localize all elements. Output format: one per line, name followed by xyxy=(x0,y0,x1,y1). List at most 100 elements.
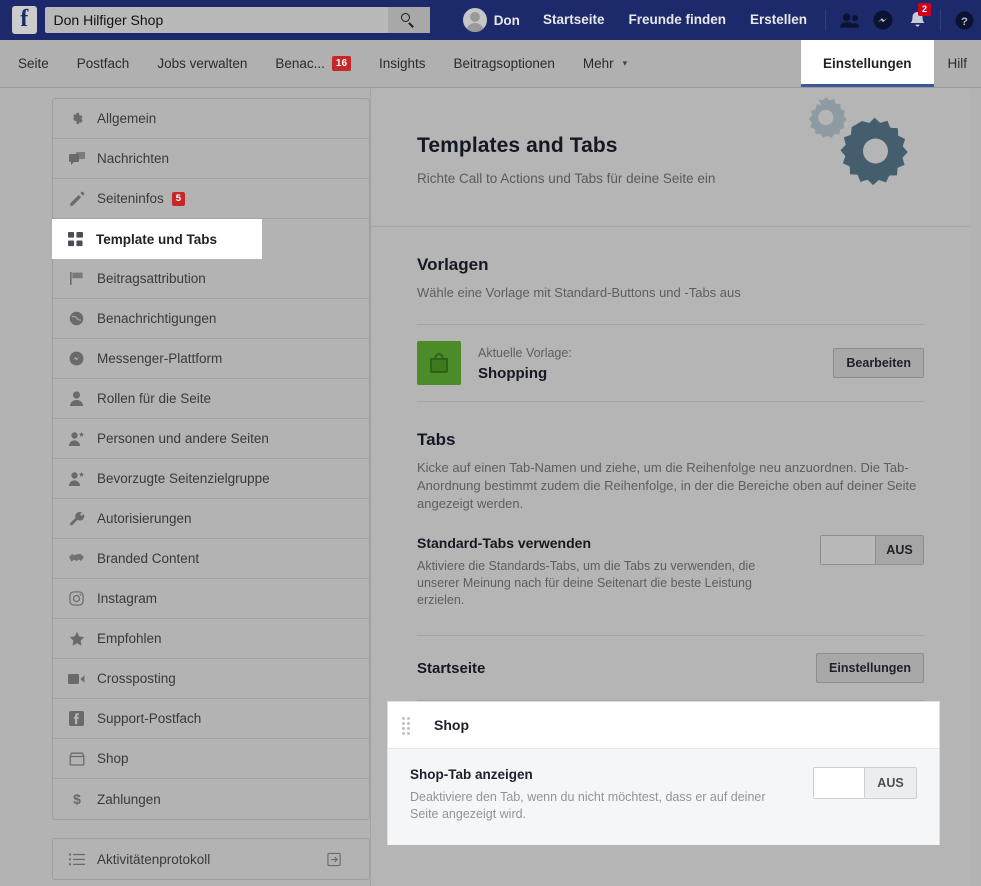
default-tabs-title: Standard-Tabs verwenden xyxy=(417,535,792,551)
sidebar-item-label: Beitragsattribution xyxy=(97,271,206,286)
tab-postfach[interactable]: Postfach xyxy=(63,40,144,87)
tabs-heading: Tabs xyxy=(417,402,924,450)
content-inner: Allgemein Nachrichten Seiteninfos 5 xyxy=(0,89,970,886)
tab-einstellungen[interactable]: Einstellungen xyxy=(801,40,934,87)
topbar-right: Don Startseite Freunde finden Erstellen … xyxy=(452,0,981,40)
sidebar-item-label: Bevorzugte Seitenzielgruppe xyxy=(97,471,270,486)
current-template-text: Aktuelle Vorlage: Shopping xyxy=(478,344,833,382)
page-root: f Don Startseite Freunde finden Erstelle… xyxy=(0,0,981,886)
sidebar-item-beitragsattribution[interactable]: Beitragsattribution xyxy=(53,259,369,299)
instagram-icon xyxy=(67,591,86,607)
tab-mehr[interactable]: Mehr ▾ xyxy=(569,40,641,87)
page-hero: Templates and Tabs Richte Call to Action… xyxy=(371,89,970,227)
handshake-icon xyxy=(67,551,86,567)
tab-benachrichtigungen[interactable]: Benac... 16 xyxy=(261,40,365,87)
activity-log-card: Aktivitätenprotokoll xyxy=(52,838,370,880)
edit-template-button[interactable]: Bearbeiten xyxy=(833,348,924,378)
tab-label: Benac... xyxy=(275,56,325,71)
templates-description: Wähle eine Vorlage mit Standard-Buttons … xyxy=(417,284,924,302)
video-icon xyxy=(67,671,86,687)
sidebar-item-label: Aktivitätenprotokoll xyxy=(97,852,325,867)
sidebar-item-messenger-plattform[interactable]: Messenger-Plattform xyxy=(53,339,369,379)
notifications-badge: 2 xyxy=(918,3,931,16)
sidebar-item-label: Empfohlen xyxy=(97,631,162,646)
tab-insights[interactable]: Insights xyxy=(365,40,440,87)
sidebar-item-shop[interactable]: Shop xyxy=(53,739,369,779)
startseite-settings-button[interactable]: Einstellungen xyxy=(816,653,924,683)
shop-icon xyxy=(67,751,86,767)
tabs-description: Kicke auf einen Tab-Namen und ziehe, um … xyxy=(417,459,924,513)
flag-icon xyxy=(67,271,86,287)
shop-setting-description: Deaktiviere den Tab, wenn du nicht möcht… xyxy=(410,789,789,823)
dollar-icon: $ xyxy=(67,791,86,807)
topbar-link-startseite[interactable]: Startseite xyxy=(531,0,617,40)
sidebar-item-label: Zahlungen xyxy=(97,792,161,807)
topbar-link-freunde-finden[interactable]: Freunde finden xyxy=(616,0,738,40)
tab-badge: 16 xyxy=(332,56,351,71)
messenger-icon[interactable] xyxy=(866,0,900,40)
tab-label: Seite xyxy=(18,56,49,71)
sidebar-item-label: Seiteninfos xyxy=(97,191,164,206)
avatar xyxy=(463,8,487,32)
shop-tab-card: Shop Shop-Tab anzeigen Deaktiviere den T… xyxy=(387,701,940,845)
sidebar-item-zahlungen[interactable]: $ Zahlungen xyxy=(53,779,369,819)
shop-setting-title: Shop-Tab anzeigen xyxy=(410,767,789,782)
sidebar-item-branded-content[interactable]: Branded Content xyxy=(53,539,369,579)
sidebar-item-badge: 5 xyxy=(172,192,185,206)
sidebar-item-label: Messenger-Plattform xyxy=(97,351,222,366)
shopping-bag-icon xyxy=(417,341,461,385)
default-tabs-text: Standard-Tabs verwenden Aktiviere die St… xyxy=(417,535,820,609)
tab-label: Jobs verwalten xyxy=(157,56,247,71)
star-icon xyxy=(67,631,86,647)
person-icon xyxy=(67,391,86,407)
sidebar-item-label: Allgemein xyxy=(97,111,156,126)
sidebar-item-label: Template und Tabs xyxy=(96,232,217,247)
sidebar-item-rollen-fuer-die-seite[interactable]: Rollen für die Seite xyxy=(53,379,369,419)
shop-card-header[interactable]: Shop xyxy=(388,702,939,748)
facebook-logo-icon[interactable]: f xyxy=(12,6,37,34)
search-bar[interactable] xyxy=(45,7,430,33)
sidebar-item-nachrichten[interactable]: Nachrichten xyxy=(53,139,369,179)
topbar-profile-link[interactable]: Don xyxy=(452,0,531,40)
toggle-state-label: AUS xyxy=(875,536,923,564)
drag-handle-icon[interactable] xyxy=(402,717,414,733)
tab-beitragsoptionen[interactable]: Beitragsoptionen xyxy=(440,40,569,87)
sidebar-item-empfohlen[interactable]: Empfohlen xyxy=(53,619,369,659)
tab-jobs-verwalten[interactable]: Jobs verwalten xyxy=(143,40,261,87)
sidebar-item-template-und-tabs[interactable]: Template und Tabs xyxy=(52,219,262,259)
tab-seite[interactable]: Seite xyxy=(4,40,63,87)
help-icon[interactable]: ? xyxy=(947,0,981,40)
sidebar-item-autorisierungen[interactable]: Autorisierungen xyxy=(53,499,369,539)
search-input[interactable] xyxy=(45,12,388,28)
person-star-icon xyxy=(67,471,86,487)
sidebar-item-label: Benachrichtigungen xyxy=(97,311,216,326)
shop-tab-toggle[interactable]: AUS xyxy=(813,767,917,799)
person-star-icon xyxy=(67,431,86,447)
settings-main-panel: Templates and Tabs Richte Call to Action… xyxy=(370,89,970,886)
templates-heading: Vorlagen xyxy=(417,227,924,275)
sidebar-item-personen-und-andere-seiten[interactable]: Personen und andere Seiten xyxy=(53,419,369,459)
sidebar-item-seiteninfos[interactable]: Seiteninfos 5 xyxy=(53,179,369,219)
content-area: Allgemein Nachrichten Seiteninfos 5 xyxy=(0,89,981,886)
topbar-link-erstellen[interactable]: Erstellen xyxy=(738,0,819,40)
sidebar-item-crossposting[interactable]: Crossposting xyxy=(53,659,369,699)
sidebar-item-aktivitaetenprotokoll[interactable]: Aktivitätenprotokoll xyxy=(53,839,369,879)
sidebar-item-bevorzugte-seitenzielgruppe[interactable]: Bevorzugte Seitenzielgruppe xyxy=(53,459,369,499)
sidebar-item-label: Instagram xyxy=(97,591,157,606)
sidebar-item-instagram[interactable]: Instagram xyxy=(53,579,369,619)
sidebar-item-benachrichtigungen[interactable]: Benachrichtigungen xyxy=(53,299,369,339)
toggle-track xyxy=(821,536,875,564)
list-icon xyxy=(67,851,86,867)
pencil-icon xyxy=(67,191,86,207)
notifications-icon[interactable]: 2 xyxy=(900,0,934,40)
topbar-divider xyxy=(825,9,826,31)
svg-text:$: $ xyxy=(73,791,81,807)
search-button[interactable] xyxy=(388,7,430,33)
sidebar-item-allgemein[interactable]: Allgemein xyxy=(53,99,369,139)
sidebar-item-support-postfach[interactable]: Support-Postfach xyxy=(53,699,369,739)
tab-hilfe[interactable]: Hilf xyxy=(934,40,981,87)
friend-requests-icon[interactable] xyxy=(832,0,866,40)
default-tabs-toggle[interactable]: AUS xyxy=(820,535,924,565)
right-gutter xyxy=(970,89,981,886)
current-template-caption: Aktuelle Vorlage: xyxy=(478,346,572,360)
